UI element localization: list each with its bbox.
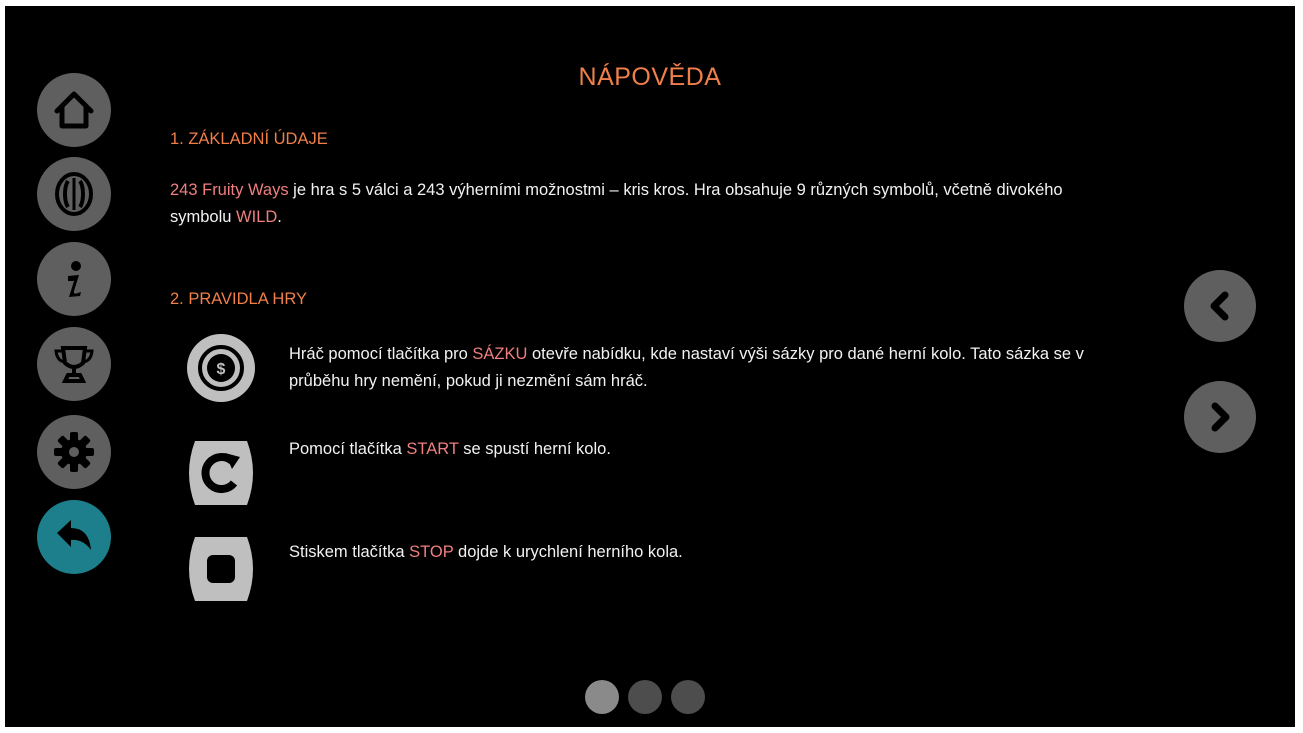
trophy-icon: [54, 346, 94, 383]
help-screen: NÁPOVĚDA 1. ZÁKLADNÍ ÚDAJE 243 Fruity Wa…: [5, 6, 1295, 727]
paytable-icon: [55, 172, 93, 216]
paytable-button[interactable]: [37, 157, 111, 231]
start-label: START: [406, 440, 459, 458]
prev-page-button[interactable]: [1184, 270, 1256, 342]
bet-coin-icon: $: [187, 334, 255, 402]
rule-start-text: Pomocí tlačítka START se spustí herní ko…: [289, 440, 611, 458]
bet-label: SÁZKU: [472, 345, 528, 363]
page-dot-2[interactable]: [628, 680, 662, 714]
basic-info-text: 243 Fruity Ways je hra s 5 válci a 243 v…: [170, 181, 1063, 226]
back-icon: [57, 520, 91, 550]
next-page-button[interactable]: [1184, 381, 1256, 453]
stop-icon: [189, 537, 253, 601]
start-icon: [189, 441, 253, 505]
back-button[interactable]: [37, 500, 111, 574]
rule-stop-text: Stiskem tlačítka STOP dojde k urychlení …: [289, 543, 683, 561]
page-dot-1[interactable]: [585, 680, 619, 714]
rule-bet-text: Hráč pomocí tlačítka pro SÁZKU otevře na…: [289, 345, 1084, 390]
svg-text:$: $: [217, 361, 226, 378]
wild-label: WILD: [236, 208, 278, 226]
settings-button[interactable]: [37, 415, 111, 489]
info-button[interactable]: [37, 242, 111, 316]
section-heading-basic: 1. ZÁKLADNÍ ÚDAJE: [170, 130, 328, 148]
section-heading-rules: 2. PRAVIDLA HRY: [170, 290, 307, 308]
chevron-right-icon: [1211, 402, 1230, 432]
info-icon: [68, 261, 81, 297]
page-title: NÁPOVĚDA: [578, 63, 722, 91]
gear-icon: [54, 432, 94, 472]
stop-label: STOP: [409, 543, 454, 561]
chevron-left-icon: [1210, 291, 1229, 321]
page-dot-3[interactable]: [671, 680, 705, 714]
game-name: 243 Fruity Ways: [170, 181, 289, 199]
home-icon: [54, 91, 94, 129]
trophy-button[interactable]: [37, 327, 111, 401]
